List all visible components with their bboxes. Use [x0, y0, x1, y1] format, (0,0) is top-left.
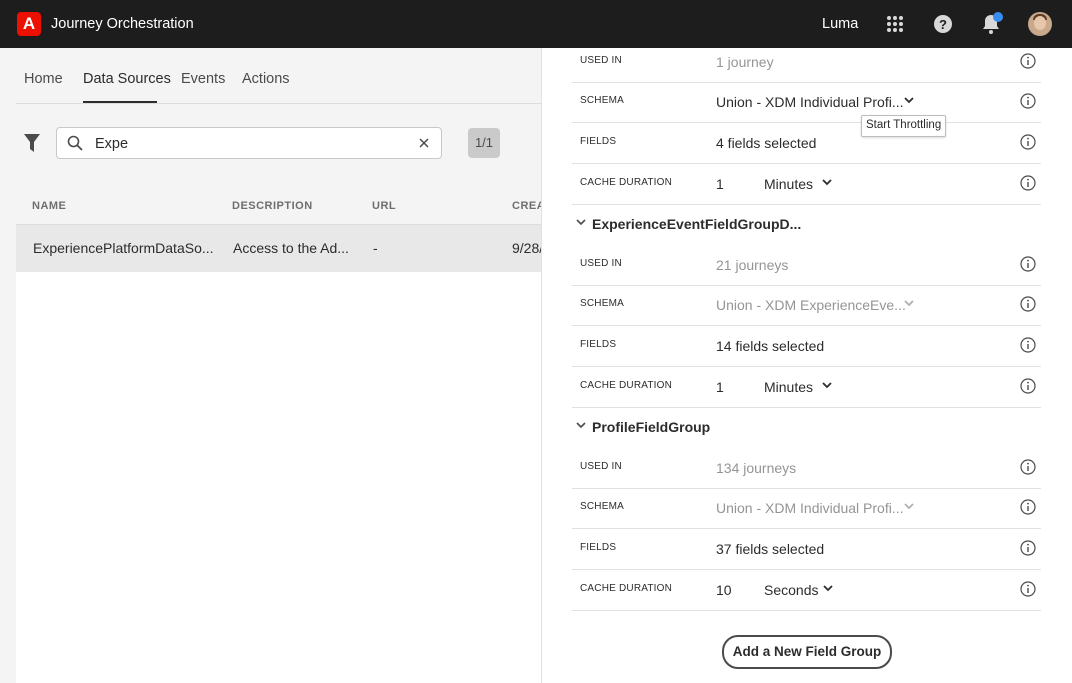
info-icon[interactable]: [1020, 540, 1036, 556]
info-icon[interactable]: [1020, 53, 1036, 69]
adobe-logo[interactable]: A: [17, 12, 41, 36]
cache-duration-unit-select[interactable]: Seconds: [764, 582, 818, 598]
start-throttling-tooltip: Start Throttling: [861, 115, 947, 137]
fields-row: FIELDS 4 fields selected: [572, 123, 1041, 164]
fields-label: FIELDS: [580, 339, 617, 350]
chevron-down-icon[interactable]: [576, 219, 586, 226]
column-header-url[interactable]: URL: [372, 200, 396, 212]
top-bar: A Journey Orchestration Luma ?: [0, 0, 1072, 48]
user-avatar[interactable]: [1028, 12, 1052, 36]
search-icon: [67, 135, 83, 151]
pagination-indicator: 1/1: [468, 128, 500, 158]
fields-value[interactable]: 14 fields selected: [716, 338, 824, 354]
chevron-down-icon[interactable]: [576, 422, 586, 429]
notification-bell-icon[interactable]: [979, 12, 1003, 36]
tab-home[interactable]: Home: [24, 71, 63, 87]
schema-label: SCHEMA: [580, 501, 624, 512]
schema-row: SCHEMA Union - XDM ExperienceEve...: [572, 285, 1041, 326]
used-in-value[interactable]: 1 journey: [716, 54, 774, 70]
info-icon[interactable]: [1020, 134, 1036, 150]
used-in-row: USED IN 134 journeys: [572, 448, 1041, 489]
table-body: [16, 272, 541, 683]
logo-letter: A: [22, 14, 36, 33]
schema-select[interactable]: Union - XDM Individual Profi...: [716, 94, 904, 110]
clear-search-icon[interactable]: [417, 136, 431, 150]
cache-duration-unit-select[interactable]: Minutes: [764, 176, 813, 192]
info-icon[interactable]: [1020, 581, 1036, 597]
fields-value[interactable]: 37 fields selected: [716, 541, 824, 557]
info-icon[interactable]: [1020, 296, 1036, 312]
info-icon[interactable]: [1020, 499, 1036, 515]
search-box: [56, 127, 442, 159]
cache-duration-value[interactable]: 10: [716, 582, 732, 598]
fields-label: FIELDS: [580, 542, 617, 553]
cache-duration-unit-select[interactable]: Minutes: [764, 379, 813, 395]
org-switcher[interactable]: Luma: [822, 16, 858, 32]
notification-dot: [993, 12, 1003, 22]
svg-text:?: ?: [939, 17, 947, 32]
fields-row: FIELDS 14 fields selected: [572, 326, 1041, 367]
info-icon[interactable]: [1020, 378, 1036, 394]
table-header: NAME DESCRIPTION URL CREAT: [16, 195, 551, 223]
fields-label: FIELDS: [580, 136, 617, 147]
cache-duration-label: CACHE DURATION: [580, 380, 673, 391]
cache-duration-label: CACHE DURATION: [580, 177, 673, 188]
tab-divider: [16, 103, 541, 104]
cell-created: 9/28/: [512, 240, 544, 256]
info-icon[interactable]: [1020, 459, 1036, 475]
info-icon[interactable]: [1020, 256, 1036, 272]
used-in-label: USED IN: [580, 258, 622, 269]
schema-row: SCHEMA Union - XDM Individual Profi...: [572, 488, 1041, 529]
schema-label: SCHEMA: [580, 298, 624, 309]
cell-url: -: [373, 240, 378, 256]
search-input[interactable]: [93, 133, 407, 155]
used-in-value[interactable]: 134 journeys: [716, 460, 796, 476]
schema-select: Union - XDM ExperienceEve...: [716, 297, 906, 313]
column-header-description[interactable]: DESCRIPTION: [232, 200, 313, 212]
chevron-down-icon: [904, 503, 914, 510]
cache-duration-row: CACHE DURATION 10 Seconds: [572, 570, 1041, 611]
field-group-title: ProfileFieldGroup: [592, 419, 711, 435]
chevron-down-icon: [904, 300, 914, 307]
app-title: Journey Orchestration: [51, 16, 194, 32]
help-icon[interactable]: ?: [931, 12, 955, 36]
field-group-title: ExperienceEventFieldGroupD...: [592, 216, 802, 232]
cache-duration-value[interactable]: 1: [716, 176, 724, 192]
fields-row: FIELDS 37 fields selected: [572, 529, 1041, 570]
main-content: Home Data Sources Events Actions 1/1 NAM…: [0, 48, 551, 683]
cache-duration-value[interactable]: 1: [716, 379, 724, 395]
apps-grid-icon[interactable]: [883, 12, 907, 36]
cache-duration-label: CACHE DURATION: [580, 583, 673, 594]
chevron-down-icon[interactable]: [823, 585, 833, 592]
fields-value[interactable]: 4 fields selected: [716, 135, 816, 151]
info-icon[interactable]: [1020, 93, 1036, 109]
schema-select: Union - XDM Individual Profi...: [716, 500, 904, 516]
schema-label: SCHEMA: [580, 95, 624, 106]
used-in-row: USED IN 1 journey: [572, 42, 1041, 83]
used-in-row: USED IN 21 journeys: [572, 245, 1041, 286]
cache-duration-row: CACHE DURATION 1 Minutes: [572, 367, 1041, 408]
cell-description: Access to the Ad...: [233, 240, 349, 256]
info-icon[interactable]: [1020, 337, 1036, 353]
tab-events[interactable]: Events: [181, 71, 225, 87]
used-in-value[interactable]: 21 journeys: [716, 257, 788, 273]
info-icon[interactable]: [1020, 175, 1036, 191]
filter-icon[interactable]: [24, 134, 40, 152]
schema-row: SCHEMA Union - XDM Individual Profi...: [572, 82, 1041, 123]
used-in-label: USED IN: [580, 55, 622, 66]
used-in-label: USED IN: [580, 461, 622, 472]
table-row[interactable]: ExperiencePlatformDataSo... Access to th…: [16, 224, 544, 273]
tab-data-sources[interactable]: Data Sources: [83, 71, 171, 87]
add-field-group-button[interactable]: Add a New Field Group: [722, 635, 892, 669]
chevron-down-icon[interactable]: [822, 179, 832, 186]
chevron-down-icon[interactable]: [822, 382, 832, 389]
cell-name: ExperiencePlatformDataSo...: [33, 240, 214, 256]
tab-actions[interactable]: Actions: [242, 71, 290, 87]
cache-duration-row: CACHE DURATION 1 Minutes: [572, 164, 1041, 205]
chevron-down-icon[interactable]: [904, 97, 914, 104]
column-header-name[interactable]: NAME: [32, 200, 66, 212]
data-source-detail-panel: USED IN 1 journey SCHEMA Union - XDM Ind…: [541, 48, 1072, 683]
tab-bar: Home Data Sources Events Actions: [0, 48, 541, 104]
